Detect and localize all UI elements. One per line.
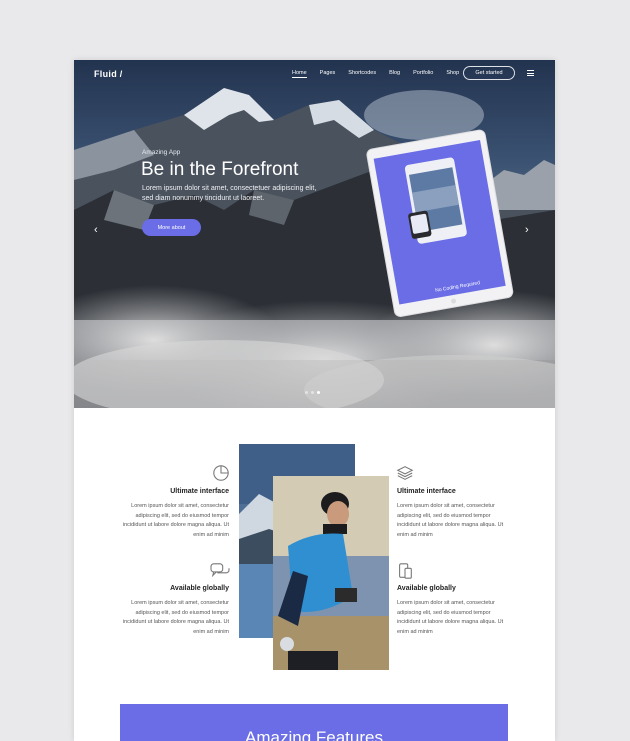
- nav-item-shop[interactable]: Shop: [446, 70, 459, 78]
- hero-tagline: Amazing App: [142, 149, 181, 156]
- nav-item-shortcodes[interactable]: Shortcodes: [348, 70, 376, 78]
- slider-dot[interactable]: [305, 391, 308, 394]
- slider-next-arrow-icon[interactable]: ›: [525, 224, 529, 236]
- feature-title: Ultimate interface: [397, 488, 456, 495]
- feature-title: Available globally: [170, 585, 229, 592]
- mobile-devices-icon: [399, 563, 412, 579]
- slider-dot[interactable]: [311, 391, 314, 394]
- feature-text: Lorem ipsum dolor sit amet, consectetur …: [397, 503, 504, 538]
- nav-item-home[interactable]: Home: [292, 70, 307, 78]
- slider-dot-active[interactable]: [317, 391, 320, 394]
- nav-item-pages[interactable]: Pages: [320, 70, 336, 78]
- nav-item-portfolio[interactable]: Portfolio: [413, 70, 433, 78]
- feature-title: Available globally: [397, 585, 456, 592]
- amazing-features-banner: Amazing Features: [120, 704, 508, 741]
- hero-subtitle: Lorem ipsum dolor sit amet, consectetuer…: [142, 185, 317, 202]
- slider-prev-arrow-icon[interactable]: ‹: [94, 224, 98, 236]
- layers-icon: [396, 466, 414, 480]
- feature-title: Ultimate interface: [170, 488, 229, 495]
- hero-section: Fluid / Home Pages Shortcodes Blog Portf…: [74, 60, 555, 408]
- main-nav: Home Pages Shortcodes Blog Portfolio Sho…: [292, 70, 459, 78]
- hero-title: Be in the Forefront: [141, 159, 299, 180]
- site-logo[interactable]: Fluid /: [94, 69, 123, 79]
- slider-pagination: [305, 391, 320, 394]
- banner-title: Amazing Features: [245, 728, 383, 741]
- hamburger-menu-icon[interactable]: [527, 70, 534, 76]
- runner-photo: [273, 476, 389, 670]
- nav-item-blog[interactable]: Blog: [389, 70, 400, 78]
- pie-chart-icon: [213, 465, 229, 481]
- chat-bubbles-icon: [210, 563, 230, 578]
- top-navigation-bar: Fluid / Home Pages Shortcodes Blog Portf…: [74, 60, 555, 88]
- feature-text: Lorem ipsum dolor sit amet, consectetur …: [122, 503, 229, 538]
- page-frame: Fluid / Home Pages Shortcodes Blog Portf…: [74, 60, 555, 741]
- get-started-button[interactable]: Get started: [463, 66, 515, 80]
- feature-text: Lorem ipsum dolor sit amet, consectetur …: [122, 600, 229, 635]
- more-about-button[interactable]: More about: [142, 219, 201, 236]
- feature-text: Lorem ipsum dolor sit amet, consectetur …: [397, 600, 504, 635]
